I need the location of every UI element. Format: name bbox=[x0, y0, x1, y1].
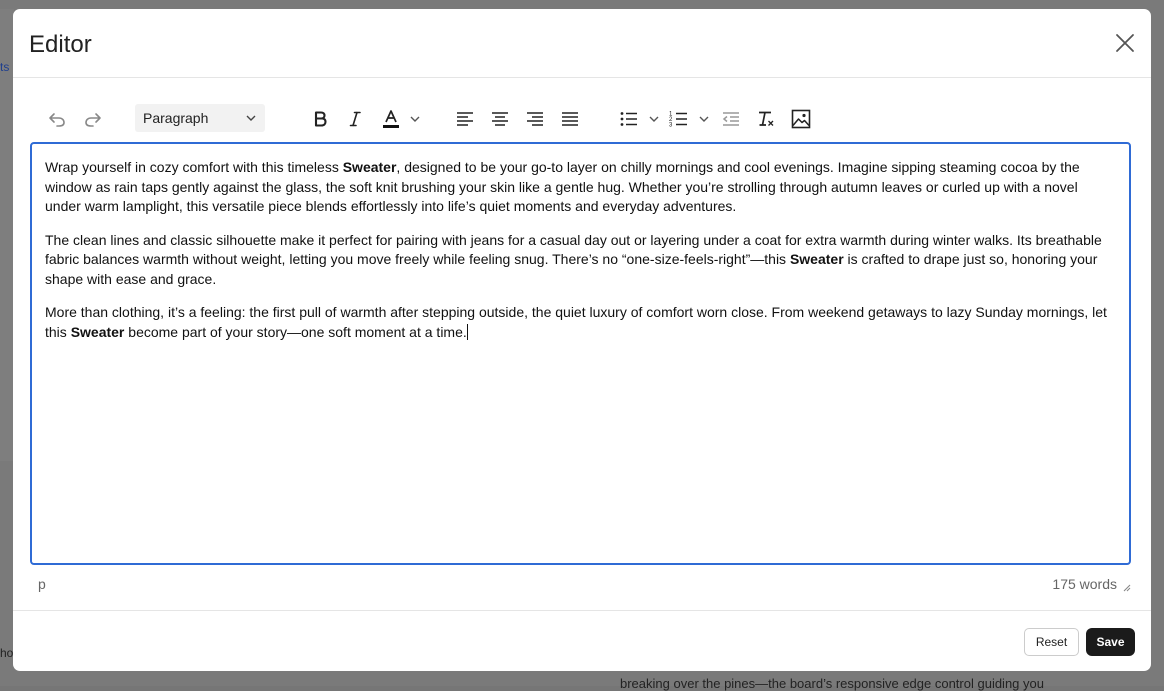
element-path[interactable]: p bbox=[38, 576, 46, 592]
close-button[interactable] bbox=[1113, 31, 1137, 55]
italic-button[interactable] bbox=[343, 105, 367, 133]
redo-button[interactable] bbox=[80, 105, 106, 133]
bold-product-name: Sweater bbox=[70, 323, 125, 340]
bold-button[interactable] bbox=[308, 105, 332, 133]
save-button[interactable]: Save bbox=[1086, 628, 1135, 656]
background-panel bbox=[0, 9, 14, 461]
block-format-value: Paragraph bbox=[143, 110, 209, 126]
modal-title: Editor bbox=[29, 31, 92, 58]
block-format-select[interactable]: Paragraph bbox=[135, 104, 265, 132]
modal-header: Editor bbox=[13, 9, 1151, 78]
undo-icon bbox=[49, 113, 65, 127]
image-icon bbox=[791, 109, 811, 129]
align-justify-icon bbox=[562, 112, 578, 126]
content-paragraph: Wrap yourself in cozy comfort with this … bbox=[45, 159, 1080, 214]
modal-footer: Reset Save bbox=[13, 610, 1151, 671]
numbered-list-icon: 1 2 3 bbox=[669, 112, 687, 129]
bullet-list-button[interactable] bbox=[617, 105, 641, 133]
align-left-button[interactable] bbox=[453, 105, 477, 133]
chevron-down-icon bbox=[699, 116, 709, 122]
background-text: ho bbox=[0, 646, 14, 660]
numbered-list-button[interactable]: 1 2 3 bbox=[667, 105, 691, 133]
text-color-dropdown[interactable] bbox=[407, 105, 423, 133]
align-right-button[interactable] bbox=[523, 105, 547, 133]
redo-icon bbox=[85, 113, 101, 127]
bullet-list-icon bbox=[620, 112, 637, 126]
reset-button[interactable]: Reset bbox=[1024, 628, 1079, 656]
bold-product-name: Sweater bbox=[342, 159, 397, 175]
align-center-button[interactable] bbox=[488, 105, 512, 133]
bullet-list-dropdown[interactable] bbox=[646, 105, 662, 133]
align-left-icon bbox=[457, 112, 473, 126]
bold-icon bbox=[314, 111, 327, 127]
numbered-list-dropdown[interactable] bbox=[696, 105, 712, 133]
align-right-icon bbox=[527, 112, 543, 126]
close-icon bbox=[1116, 34, 1134, 52]
resize-handle-icon[interactable] bbox=[1121, 582, 1131, 592]
text-cursor bbox=[466, 323, 468, 340]
editor-modal: Editor Paragraph 1 2 3 Wrap yourself in … bbox=[13, 9, 1151, 671]
bold-product-name: Sweater bbox=[789, 251, 844, 267]
editor-statusbar: p 175 words bbox=[30, 575, 1133, 595]
insert-image-button[interactable] bbox=[789, 105, 813, 133]
italic-icon bbox=[349, 111, 361, 127]
align-center-icon bbox=[492, 112, 508, 126]
content-paragraph: The clean lines and classic silhouette m… bbox=[45, 231, 1102, 287]
word-count: 175 words bbox=[1052, 576, 1117, 592]
background-text-bottom: breaking over the pines—the board’s resp… bbox=[620, 676, 1044, 691]
align-justify-button[interactable] bbox=[558, 105, 582, 133]
content-paragraph: More than clothing, it’s a feeling: the … bbox=[45, 304, 1107, 340]
chevron-down-icon bbox=[410, 116, 420, 122]
text-color-button[interactable] bbox=[379, 105, 403, 133]
svg-text:3: 3 bbox=[669, 123, 673, 129]
rich-text-editor[interactable]: Wrap yourself in cozy comfort with this … bbox=[30, 142, 1131, 565]
chevron-down-icon bbox=[649, 116, 659, 122]
editor-toolbar: Paragraph 1 2 3 bbox=[30, 102, 1130, 136]
background-link: ts bbox=[0, 60, 10, 74]
clear-formatting-icon bbox=[759, 111, 774, 126]
chevron-down-icon bbox=[246, 115, 256, 121]
text-color-icon bbox=[383, 110, 399, 128]
clear-formatting-button[interactable] bbox=[754, 105, 778, 133]
outdent-button[interactable] bbox=[719, 105, 743, 133]
undo-button[interactable] bbox=[44, 105, 70, 133]
outdent-icon bbox=[722, 112, 739, 126]
